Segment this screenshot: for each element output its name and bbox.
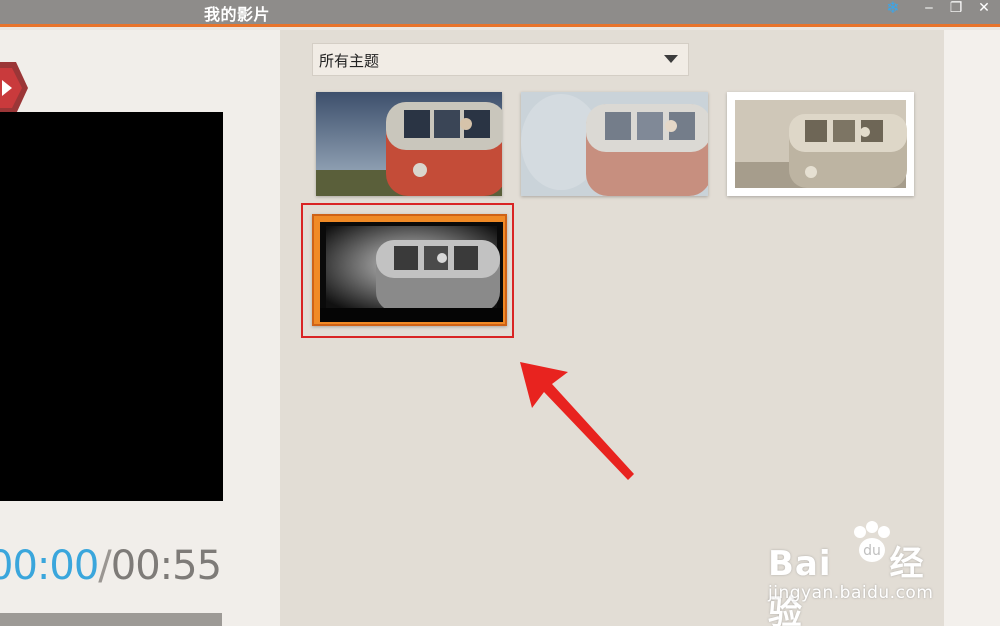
video-preview[interactable] xyxy=(0,112,223,501)
time-display: 00:00/00:55 xyxy=(0,543,222,589)
watermark-brand: Bai 经验 xyxy=(768,536,958,626)
current-time: 00:00 xyxy=(0,543,99,589)
theme-thumbnail-faded[interactable] xyxy=(521,92,708,196)
theme-thumbnail-color[interactable] xyxy=(316,92,502,196)
theme-thumbnail-bw-vignette[interactable] xyxy=(312,214,507,326)
dropdown-arrow-icon xyxy=(664,55,678,63)
close-button[interactable]: ✕ xyxy=(973,0,995,22)
progress-bar[interactable] xyxy=(0,613,222,626)
theme-filter-value: 所有主题 xyxy=(319,52,380,70)
title-bar: 我的影片 ❄ ‒ ❐ ✕ xyxy=(0,0,1000,27)
baidu-watermark: du Bai 经验 jingyan.baidu.com xyxy=(768,520,958,626)
window-title: 我的影片 xyxy=(204,5,271,24)
snowflake-settings-icon[interactable]: ❄ xyxy=(882,0,904,22)
total-time: 00:55 xyxy=(110,543,222,589)
theme-filter-dropdown[interactable]: 所有主题 xyxy=(312,43,689,76)
watermark-brand-left: Bai xyxy=(768,544,832,584)
preview-panel: 00:00/00:55 xyxy=(0,30,280,626)
restore-button[interactable]: ❐ xyxy=(945,0,967,22)
play-badge-icon[interactable] xyxy=(0,60,28,116)
theme-thumbnail-sepia[interactable] xyxy=(727,92,914,196)
time-separator: / xyxy=(98,543,112,589)
watermark-site: jingyan.baidu.com xyxy=(768,583,934,603)
red-arrow-annotation xyxy=(520,362,634,480)
minimize-button[interactable]: ‒ xyxy=(918,0,940,22)
